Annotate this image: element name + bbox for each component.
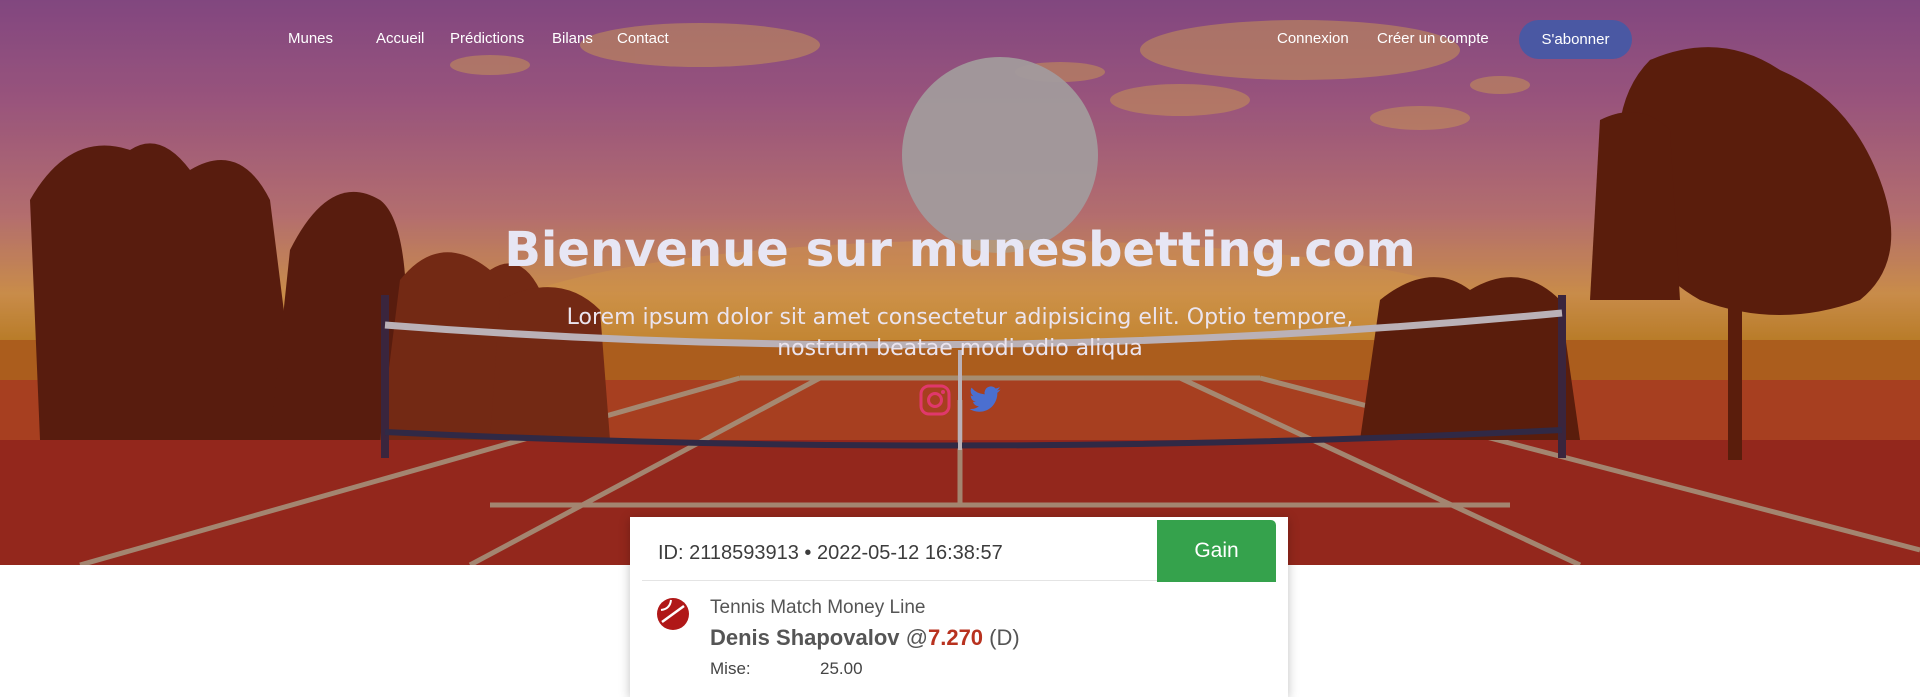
brand-link[interactable]: Munes (288, 30, 333, 47)
register-link[interactable]: Créer un compte (1377, 30, 1489, 47)
odds-value: 7.270 (927, 625, 984, 650)
status-badge[interactable]: Gain (1157, 520, 1276, 582)
nav-link-predictions[interactable]: Prédictions (450, 30, 524, 47)
login-link[interactable]: Connexion (1277, 30, 1349, 47)
nav-link-bilans[interactable]: Bilans (552, 30, 593, 47)
at-sign: @ (905, 625, 928, 650)
instagram-icon[interactable] (918, 383, 952, 417)
nav-link-contact[interactable]: Contact (617, 30, 669, 47)
tennis-ball-icon (656, 597, 690, 631)
hero-title: Bienvenue sur munesbetting.com (504, 222, 1416, 278)
hero-banner: Munes Accueil Prédictions Bilans Contact… (0, 0, 1920, 565)
top-navigation: Munes Accueil Prédictions Bilans Contact… (0, 0, 1920, 80)
stake-row: Mise: 25.00 (710, 659, 863, 679)
bet-id-line: ID: 2118593913 • 2022-05-12 16:38:57 (658, 542, 1003, 564)
social-links (918, 383, 1002, 423)
bet-card: ID: 2118593913 • 2022-05-12 16:38:57 Gai… (630, 517, 1288, 697)
bet-selection: Denis Shapovalov @7.270 (D) (710, 625, 1020, 651)
subscribe-button[interactable]: S'abonner (1519, 20, 1632, 59)
player-name: Denis Shapovalov (710, 625, 900, 650)
twitter-icon[interactable] (968, 383, 1002, 417)
nav-link-accueil[interactable]: Accueil (376, 30, 424, 47)
hero-subtitle: Lorem ipsum dolor sit amet consectetur a… (566, 305, 1354, 361)
bet-card-header: ID: 2118593913 • 2022-05-12 16:38:57 Gai… (642, 520, 1276, 582)
selection-side: (D) (989, 625, 1020, 650)
stake-value: 25.00 (820, 659, 863, 678)
hero-overlay (0, 0, 1920, 565)
stake-label: Mise: (710, 659, 751, 678)
market-name: Tennis Match Money Line (710, 597, 926, 618)
